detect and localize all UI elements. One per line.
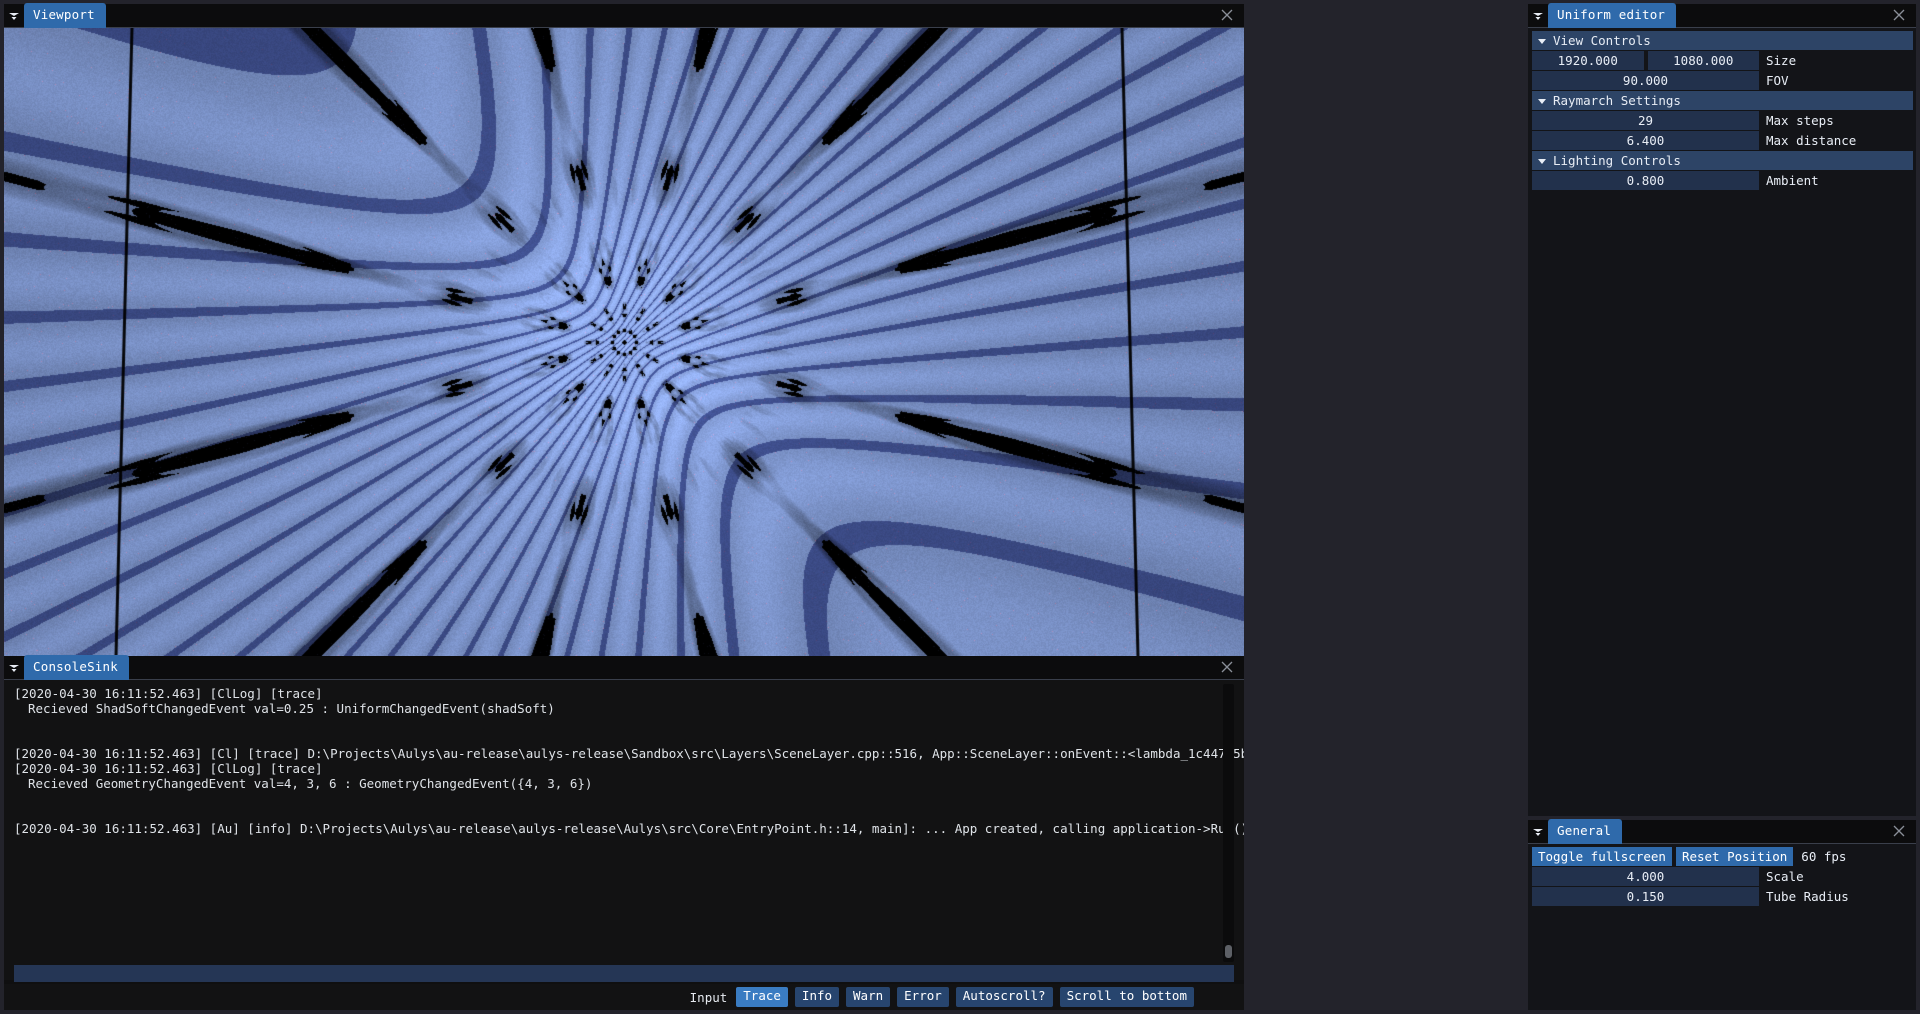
drag-field-fov-0[interactable]: 90.000 <box>1532 71 1759 90</box>
uniform-row-label: FOV <box>1766 73 1789 88</box>
viewport-titlebar[interactable]: Viewport <box>4 2 1244 29</box>
console-toolbar: Input Trace Info Warn Error Autoscroll? Scrol… <box>4 984 1244 1010</box>
triangle-down-icon[interactable] <box>4 656 24 680</box>
drag-field-scale[interactable]: 4.000 <box>1532 867 1759 886</box>
drag-field-size-1[interactable]: 1080.000 <box>1647 51 1759 70</box>
uniform-row-label: Max distance <box>1766 133 1857 148</box>
uniform-row-max-steps: 29 Max steps <box>1532 111 1913 130</box>
close-icon[interactable] <box>1892 824 1908 840</box>
uniform-row-label: Size <box>1766 53 1797 68</box>
caret-down-icon <box>1537 96 1547 106</box>
triangle-down-icon[interactable] <box>1528 820 1548 844</box>
uniform-editor-titlebar[interactable]: Uniform editor <box>1528 2 1916 29</box>
section-header-view-controls[interactable]: View Controls <box>1532 31 1913 50</box>
console-filter-scroll-to-bottom[interactable]: Scroll to bottom <box>1059 987 1194 1007</box>
uniform-row-label: Ambient <box>1766 173 1819 188</box>
general-actions-row: Toggle fullscreen Reset Position 60 fps <box>1532 847 1913 866</box>
general-body: Toggle fullscreen Reset Position 60 fps 4.0… <box>1528 844 1916 1010</box>
uniform-row-size: 1920.000 1080.000 Size <box>1532 51 1913 70</box>
log-line: Recieved GeometryChangedEvent val=4, 3, … <box>28 776 593 791</box>
console-input-label: Input <box>689 989 728 1005</box>
general-panel: General Toggle fullscreen Reset Position 6… <box>1528 818 1916 1010</box>
general-row-label: Tube Radius <box>1766 889 1849 904</box>
general-row-scale: 4.000 Scale <box>1532 867 1913 886</box>
uniform-editor-tab[interactable]: Uniform editor <box>1548 2 1677 29</box>
uniform-editor-body: View Controls 1920.000 1080.000 Size 90.000 F… <box>1528 28 1916 816</box>
uniform-row-max-distance: 6.400 Max distance <box>1532 131 1913 150</box>
drag-field-size-0[interactable]: 1920.000 <box>1532 51 1644 70</box>
log-line: [2020-04-30 16:11:52.463] [Cl] [trace] D… <box>14 746 1244 761</box>
close-icon[interactable] <box>1220 660 1236 676</box>
triangle-down-icon[interactable] <box>1528 4 1548 28</box>
general-tab[interactable]: General <box>1548 818 1623 845</box>
reset-position-button[interactable]: Reset Position <box>1675 847 1794 866</box>
console-scrollbar-thumb[interactable] <box>1225 945 1232 958</box>
uniform-editor-panel: Uniform editor View Controls 1920.000 1080… <box>1528 2 1916 816</box>
log-line-blank <box>14 806 1234 821</box>
toggle-fullscreen-button[interactable]: Toggle fullscreen <box>1532 847 1672 866</box>
section-title: Lighting Controls <box>1553 153 1681 168</box>
section-header-lighting-controls[interactable]: Lighting Controls <box>1532 151 1913 170</box>
section-header-raymarch-settings[interactable]: Raymarch Settings <box>1532 91 1913 110</box>
log-line: [2020-04-30 16:11:52.463] [ClLog] [trace… <box>14 761 323 776</box>
console-log-area[interactable]: [2020-04-30 16:11:52.463] [ClLog] [trace… <box>4 680 1244 980</box>
uniform-row-ambient: 0.800 Ambient <box>1532 171 1913 190</box>
drag-field-max-distance-0[interactable]: 6.400 <box>1532 131 1759 150</box>
section-title: Raymarch Settings <box>1553 93 1681 108</box>
fps-counter: 60 fps <box>1801 849 1847 864</box>
viewport-render-area[interactable] <box>4 28 1244 656</box>
console-filter-autoscroll[interactable]: Autoscroll? <box>955 987 1053 1007</box>
console-filter-warn[interactable]: Warn <box>846 987 891 1007</box>
close-icon[interactable] <box>1220 8 1236 24</box>
log-line-blank <box>14 731 1234 746</box>
general-row-label: Scale <box>1766 869 1804 884</box>
log-line: Recieved ShadSoftChangedEvent val=0.25 :… <box>28 701 555 716</box>
console-panel: ConsoleSink [2020-04-30 16:11:52.463] [C… <box>4 654 1244 1010</box>
close-icon[interactable] <box>1892 8 1908 24</box>
console-input[interactable] <box>14 965 1234 982</box>
console-filter-info[interactable]: Info <box>794 987 840 1007</box>
console-filter-trace[interactable]: Trace <box>736 987 788 1007</box>
drag-field-max-steps-0[interactable]: 29 <box>1532 111 1759 130</box>
raymarch-render[interactable] <box>4 28 1244 656</box>
general-titlebar[interactable]: General <box>1528 818 1916 845</box>
console-titlebar[interactable]: ConsoleSink <box>4 654 1244 681</box>
console-scrollbar[interactable] <box>1223 684 1234 962</box>
console-tab[interactable]: ConsoleSink <box>24 654 129 681</box>
uniform-row-label: Max steps <box>1766 113 1834 128</box>
log-line-blank <box>14 716 1234 731</box>
log-line-blank <box>14 791 1234 806</box>
caret-down-icon <box>1537 156 1547 166</box>
console-filter-error[interactable]: Error <box>897 987 949 1007</box>
triangle-down-icon[interactable] <box>4 4 24 28</box>
log-line: [2020-04-30 16:11:52.463] [ClLog] [trace… <box>14 686 323 701</box>
drag-field-tube-radius[interactable]: 0.150 <box>1532 887 1759 906</box>
uniform-row-fov: 90.000 FOV <box>1532 71 1913 90</box>
viewport-tab[interactable]: Viewport <box>24 2 106 29</box>
caret-down-icon <box>1537 36 1547 46</box>
section-title: View Controls <box>1553 33 1651 48</box>
general-row-tube-radius: 0.150 Tube Radius <box>1532 887 1913 906</box>
viewport-panel: Viewport <box>4 2 1244 656</box>
drag-field-ambient-0[interactable]: 0.800 <box>1532 171 1759 190</box>
log-line: [2020-04-30 16:11:52.463] [Au] [info] D:… <box>14 821 1244 836</box>
